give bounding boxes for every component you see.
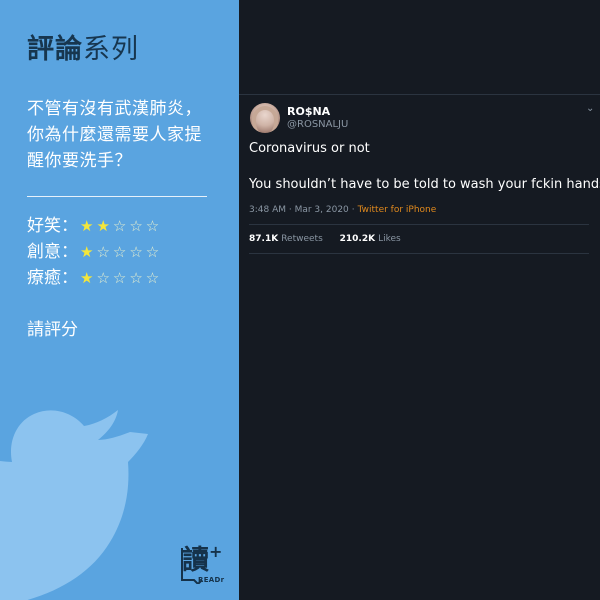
review-question: 不管有沒有武漢肺炎， 你為什麼還需要人家提 醒你要洗手？ (27, 96, 217, 174)
tweet-author-handle[interactable]: @ROSNALJU (287, 119, 348, 130)
star-filled-icon: ★ (80, 243, 97, 261)
star-filled-icon: ★ (80, 269, 97, 287)
review-panel: 評論系列 不管有沒有武漢肺炎， 你為什麼還需要人家提 醒你要洗手？ 好笑： ★★☆… (0, 0, 239, 600)
page: 評論系列 不管有沒有武漢肺炎， 你為什麼還需要人家提 醒你要洗手？ 好笑： ★★☆… (0, 0, 600, 600)
series-title: 評論系列 (27, 32, 139, 68)
divider (249, 224, 589, 225)
logo-char: 讀 (182, 545, 209, 576)
rating-label: 好笑： (27, 216, 78, 236)
rating-label: 療癒： (27, 268, 78, 288)
tweet-text-line: Coronavirus or not (249, 141, 370, 156)
tweet-source-link[interactable]: Twitter for iPhone (358, 205, 437, 215)
rate-prompt: 請評分 (27, 320, 78, 340)
likes-stat[interactable]: 210.2K Likes (340, 234, 401, 244)
retweets-label: Retweets (281, 234, 323, 244)
divider (239, 94, 600, 95)
star-rating: ★☆☆☆☆ (80, 240, 162, 264)
star-empty-icon: ☆☆☆ (112, 217, 163, 235)
rating-row-funny: 好笑： ★★☆☆☆ (27, 214, 162, 238)
retweets-count: 87.1K (249, 234, 279, 244)
star-rating: ★★☆☆☆ (80, 214, 162, 238)
likes-count: 210.2K (339, 234, 376, 244)
chevron-down-icon[interactable]: ⌄ (586, 103, 594, 114)
tweet-author-name[interactable]: RO$NA (287, 105, 330, 118)
divider (27, 196, 207, 197)
rating-label: 創意： (27, 242, 78, 262)
tweet-meta: 3:48 AM · Mar 3, 2020 · Twitter for iPhone (249, 205, 436, 215)
tweet-timestamp[interactable]: 3:48 AM · Mar 3, 2020 (249, 205, 349, 215)
readr-logo: 讀 + READr (180, 542, 226, 588)
series-title-bold: 評論 (27, 34, 83, 65)
tweet-stats: 87.1K Retweets 210.2K Likes (249, 234, 415, 244)
question-line: 不管有沒有武漢肺炎， (27, 99, 202, 119)
rating-row-creativity: 創意： ★☆☆☆☆ (27, 240, 162, 264)
star-empty-icon: ☆☆☆☆ (96, 269, 163, 287)
rating-row-healing: 療癒： ★☆☆☆☆ (27, 266, 162, 290)
tweet-text-line: You shouldn’t have to be told to wash yo… (249, 177, 600, 192)
meta-separator: · (351, 205, 355, 215)
retweets-stat[interactable]: 87.1K Retweets (249, 234, 323, 244)
series-title-light: 系列 (83, 34, 139, 65)
avatar-hair (252, 106, 278, 133)
tweet-card: RO$NA @ROSNALJU ⌄ Coronavirus or not You… (239, 0, 600, 600)
avatar[interactable] (250, 103, 280, 133)
star-empty-icon: ☆☆☆☆ (96, 243, 163, 261)
question-line: 你為什麼還需要人家提 (27, 125, 202, 145)
logo-wordmark: READr (198, 576, 225, 584)
question-line: 醒你要洗手？ (27, 151, 132, 171)
star-filled-icon: ★★ (80, 217, 113, 235)
divider (249, 253, 589, 254)
star-rating: ★☆☆☆☆ (80, 266, 162, 290)
likes-label: Likes (378, 234, 401, 244)
twitter-bird-icon (0, 410, 148, 600)
logo-plus: + (209, 542, 223, 561)
